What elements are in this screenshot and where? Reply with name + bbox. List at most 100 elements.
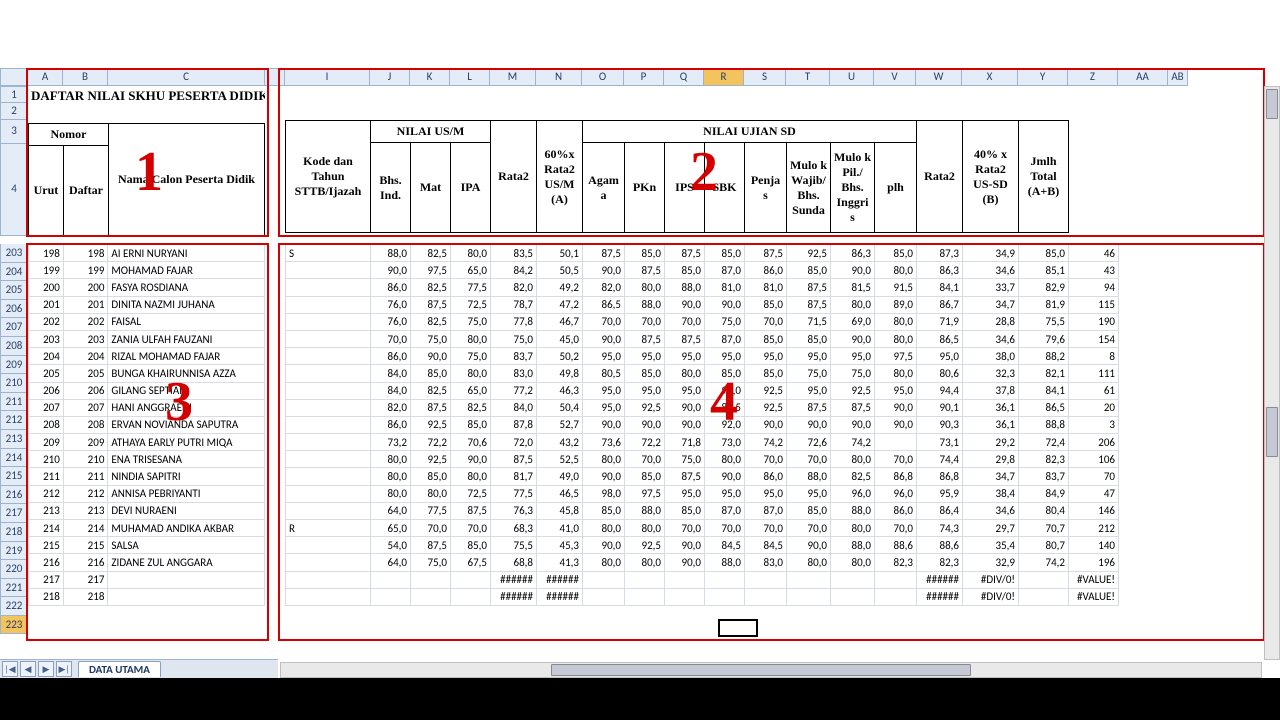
cell[interactable]: 87,0: [745, 502, 787, 519]
cell[interactable]: 82,9: [1019, 279, 1069, 296]
cell[interactable]: 200: [63, 279, 108, 296]
cell[interactable]: 97,5: [875, 348, 917, 365]
col-V[interactable]: V: [874, 68, 916, 86]
cell[interactable]: [286, 279, 371, 296]
cell[interactable]: 90,0: [705, 468, 745, 485]
cell[interactable]: 85,0: [665, 502, 705, 519]
cell[interactable]: 80,4: [1019, 502, 1069, 519]
cell[interactable]: [665, 588, 705, 605]
row-1[interactable]: 1: [0, 86, 28, 103]
cell[interactable]: 80,5: [583, 365, 625, 382]
col-P[interactable]: P: [624, 68, 664, 86]
row-216[interactable]: 216: [0, 486, 28, 505]
cell[interactable]: ######: [917, 571, 963, 588]
row-204[interactable]: 204: [0, 263, 28, 282]
row-206[interactable]: 206: [0, 300, 28, 319]
cell[interactable]: 106: [1069, 451, 1119, 468]
cell[interactable]: 88,0: [705, 554, 745, 571]
cell[interactable]: 90,0: [583, 537, 625, 554]
row-214[interactable]: 214: [0, 449, 28, 468]
cell[interactable]: 88,8: [1019, 416, 1069, 433]
cell[interactable]: 84,0: [491, 399, 537, 416]
cell[interactable]: 207: [63, 399, 108, 416]
cell[interactable]: [1019, 588, 1069, 605]
cell[interactable]: 80,0: [583, 520, 625, 537]
cell[interactable]: 83,5: [491, 245, 537, 262]
cell[interactable]: [286, 588, 371, 605]
cell[interactable]: #VALUE!: [1069, 588, 1119, 605]
cell[interactable]: [745, 571, 787, 588]
cell[interactable]: 70,0: [451, 520, 491, 537]
cell[interactable]: 95,0: [705, 485, 745, 502]
row-208[interactable]: 208: [0, 337, 28, 356]
cell[interactable]: [286, 554, 371, 571]
cell[interactable]: 71,9: [917, 313, 963, 330]
col-Z[interactable]: Z: [1068, 68, 1118, 86]
cell[interactable]: 201: [29, 296, 64, 313]
col-AB[interactable]: AB: [1168, 68, 1188, 86]
row-219[interactable]: 219: [0, 542, 28, 561]
cell[interactable]: 65,0: [451, 382, 491, 399]
cell[interactable]: 209: [29, 434, 64, 451]
cell[interactable]: 111: [1069, 365, 1119, 382]
cell[interactable]: [625, 571, 665, 588]
vscroll-thumb-top[interactable]: [1266, 89, 1278, 119]
cell[interactable]: 86,0: [371, 416, 411, 433]
cell[interactable]: 65,0: [451, 262, 491, 279]
cell[interactable]: 32,3: [963, 365, 1019, 382]
cell[interactable]: 198: [63, 245, 108, 262]
cell[interactable]: #VALUE!: [1069, 571, 1119, 588]
cell[interactable]: 92,5: [411, 416, 451, 433]
cell[interactable]: ######: [491, 588, 537, 605]
cell[interactable]: 38,4: [963, 485, 1019, 502]
cell[interactable]: 86,3: [917, 262, 963, 279]
cell[interactable]: GILANG SEPTIAN: [108, 382, 265, 399]
cell[interactable]: 80,0: [583, 554, 625, 571]
cell[interactable]: 92,5: [787, 245, 831, 262]
cell[interactable]: 50,5: [537, 262, 583, 279]
cell[interactable]: 90,0: [787, 537, 831, 554]
cell[interactable]: 80,0: [875, 262, 917, 279]
cell[interactable]: 208: [29, 416, 64, 433]
cell[interactable]: 73,0: [705, 434, 745, 451]
cell[interactable]: 87,5: [665, 330, 705, 347]
cell[interactable]: 83,0: [491, 365, 537, 382]
cell[interactable]: 85,0: [787, 330, 831, 347]
cell[interactable]: [875, 571, 917, 588]
cell[interactable]: 75,5: [1019, 313, 1069, 330]
cell[interactable]: 196: [1069, 554, 1119, 571]
cell[interactable]: HANI ANGGRAENI: [108, 399, 265, 416]
cell[interactable]: 87,5: [625, 262, 665, 279]
cell[interactable]: 207: [29, 399, 64, 416]
cell[interactable]: 205: [63, 365, 108, 382]
cell[interactable]: 67,5: [451, 554, 491, 571]
cell[interactable]: 97,5: [411, 262, 451, 279]
cell[interactable]: 95,0: [787, 348, 831, 365]
cell[interactable]: 85,0: [787, 502, 831, 519]
cell[interactable]: 52,7: [537, 416, 583, 433]
col-M[interactable]: M: [490, 68, 536, 86]
cell[interactable]: 88,0: [831, 502, 875, 519]
cell[interactable]: 83,7: [491, 348, 537, 365]
cell[interactable]: 87,5: [787, 399, 831, 416]
cell[interactable]: 154: [1069, 330, 1119, 347]
col-C[interactable]: C: [108, 68, 265, 86]
cell[interactable]: 80,0: [625, 279, 665, 296]
cell[interactable]: [108, 588, 265, 605]
cell[interactable]: 90,0: [625, 416, 665, 433]
cell[interactable]: 84,5: [705, 537, 745, 554]
cell[interactable]: [1019, 571, 1069, 588]
cell[interactable]: 20: [1069, 399, 1119, 416]
cell[interactable]: 95,0: [583, 348, 625, 365]
cell[interactable]: 81,0: [705, 279, 745, 296]
row-221[interactable]: 221: [0, 579, 28, 598]
cell[interactable]: S: [286, 245, 371, 262]
cell[interactable]: 79,6: [1019, 330, 1069, 347]
cell[interactable]: 43: [1069, 262, 1119, 279]
cell[interactable]: 72,6: [787, 434, 831, 451]
cell[interactable]: 95,0: [583, 399, 625, 416]
row-2[interactable]: 2: [0, 103, 28, 120]
col-R[interactable]: R: [704, 68, 744, 86]
cell[interactable]: 85,0: [625, 468, 665, 485]
cell[interactable]: 8: [1069, 348, 1119, 365]
